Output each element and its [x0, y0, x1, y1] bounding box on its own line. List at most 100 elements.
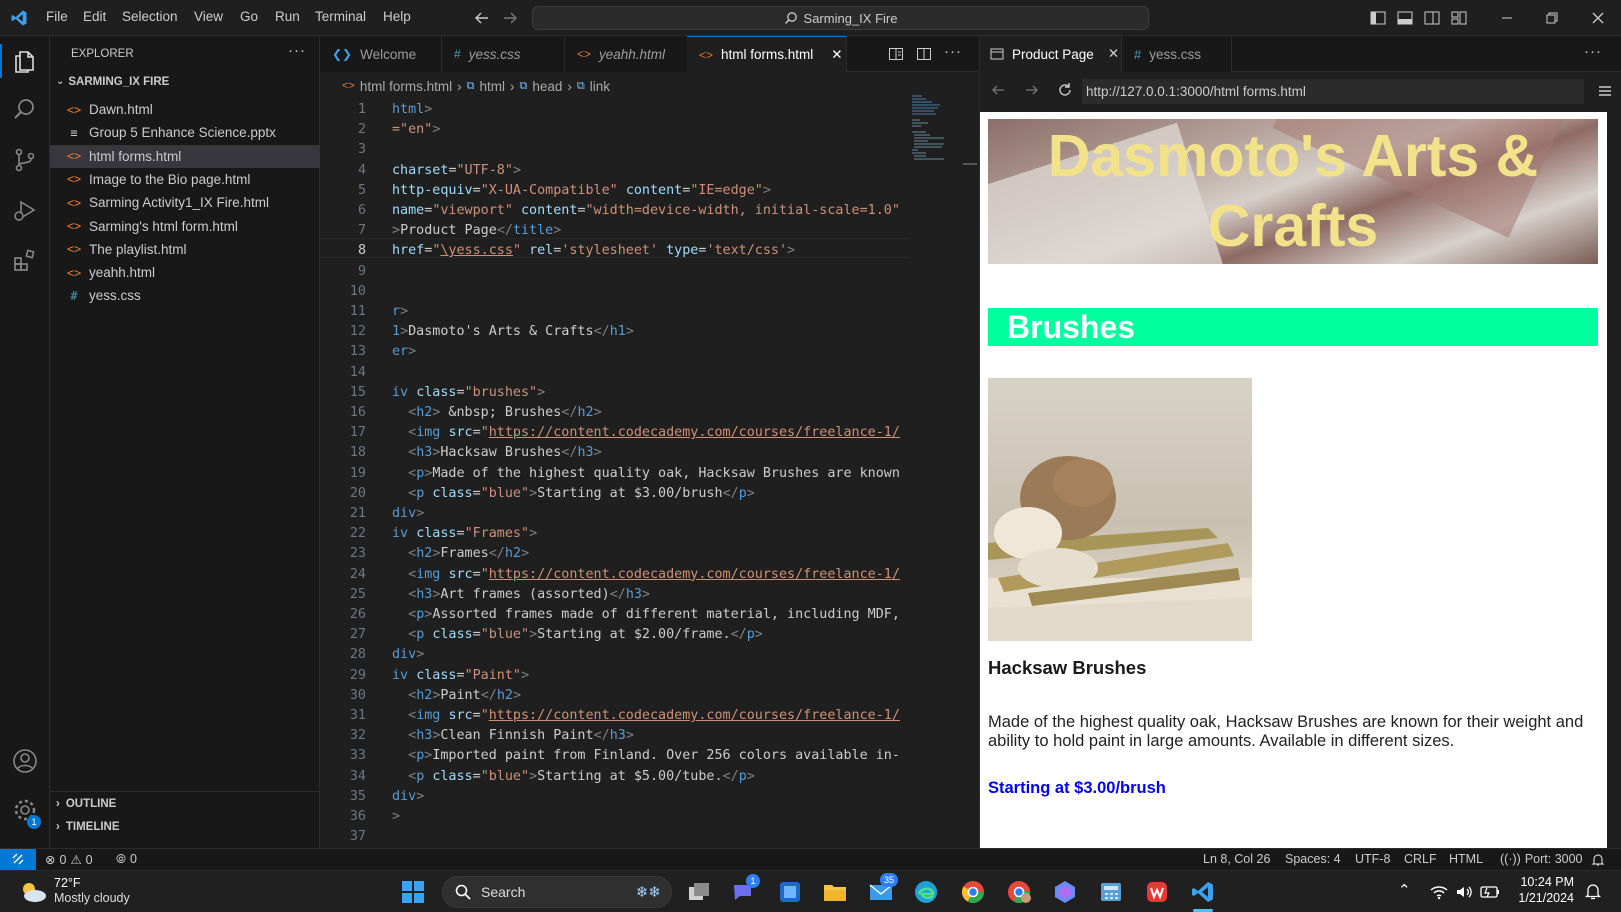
breadcrumb-item[interactable]: html forms.html — [360, 79, 452, 94]
editor-tab[interactable]: <> yeahh.html — [565, 36, 692, 72]
preview-more-actions-icon[interactable]: ··· — [1584, 43, 1602, 60]
more-actions-icon[interactable]: ··· — [288, 42, 306, 59]
battery-icon[interactable] — [1480, 885, 1500, 899]
preview-forward-icon[interactable] — [1024, 82, 1040, 98]
language-mode[interactable]: HTML — [1449, 852, 1483, 866]
url-bar[interactable]: http://127.0.0.1:3000/html forms.html — [1082, 79, 1584, 104]
clock-time[interactable]: 10:24 PM — [1516, 875, 1574, 889]
command-center-search[interactable]: Sarming_IX Fire — [532, 6, 1149, 30]
minimize-icon[interactable] — [1498, 9, 1516, 27]
timeline-section[interactable]: › TIMELINE — [56, 821, 120, 833]
file-item[interactable]: <> html forms.html — [50, 144, 320, 168]
file-explorer-icon[interactable] — [822, 879, 848, 905]
edge-browser-icon[interactable] — [913, 879, 939, 905]
editor-tab[interactable]: ❮❯ Welcome — [320, 36, 442, 72]
taskbar-search-box[interactable]: Search ❄❄ — [442, 876, 672, 908]
windows-start-icon[interactable] — [400, 879, 426, 905]
minimap[interactable] — [910, 94, 962, 164]
folder-header[interactable]: ⌄ SARMING_IX FIRE — [56, 76, 169, 88]
line-ending[interactable]: CRLF — [1404, 852, 1437, 866]
code-line: 26 <p>Assorted frames made of different … — [320, 605, 910, 625]
editor-tab[interactable]: <> html forms.html ✕ — [687, 36, 847, 72]
menu-terminal[interactable]: Terminal — [315, 9, 366, 24]
menu-help[interactable]: Help — [383, 9, 411, 24]
wps-office-icon[interactable] — [1144, 879, 1170, 905]
editor-tab[interactable]: # yess.css — [442, 36, 565, 72]
line-number: 33 — [349, 748, 366, 764]
breadcrumb-item[interactable]: link — [590, 79, 610, 94]
source-control-icon[interactable] — [11, 146, 39, 174]
explorer-icon[interactable] — [11, 47, 39, 75]
chrome-profile-icon[interactable] — [1006, 879, 1032, 905]
task-view-icon[interactable] — [686, 879, 712, 905]
menu-selection[interactable]: Selection — [122, 9, 178, 24]
code-line: 25 <h3>Art frames (assorted)</h3> — [320, 585, 910, 605]
breadcrumb-item[interactable]: head — [532, 79, 562, 94]
bing-copilot-icon[interactable] — [1052, 879, 1078, 905]
toggle-primary-sidebar-icon[interactable] — [1369, 9, 1387, 27]
file-item[interactable]: <> Sarming Activity1_IX Fire.html — [50, 191, 320, 214]
restore-icon[interactable] — [1543, 9, 1561, 27]
editor-more-actions-icon[interactable]: ··· — [944, 43, 962, 60]
forward-arrow-icon[interactable] — [501, 9, 519, 27]
clock-date[interactable]: 1/21/2024 — [1516, 891, 1574, 905]
close-window-icon[interactable] — [1589, 9, 1607, 27]
live-server-port[interactable]: ((·)) Port: 3000 — [1500, 852, 1583, 866]
volume-icon[interactable] — [1455, 884, 1473, 900]
toggle-secondary-sidebar-icon[interactable] — [1423, 9, 1441, 27]
outline-section[interactable]: › OUTLINE — [56, 798, 116, 810]
file-item[interactable]: <> yeahh.html — [50, 261, 320, 284]
menu-edit[interactable]: Edit — [83, 9, 106, 24]
search-icon[interactable] — [11, 96, 39, 124]
preview-back-icon[interactable] — [990, 82, 1006, 98]
remote-indicator[interactable] — [0, 849, 36, 870]
wifi-icon[interactable] — [1430, 884, 1448, 900]
notification-center-bell-icon[interactable] — [1585, 883, 1601, 901]
accounts-icon[interactable] — [11, 747, 39, 775]
file-item[interactable]: # yess.css — [50, 284, 320, 307]
weather-temperature[interactable]: 72°F — [54, 876, 81, 890]
show-hidden-icons-icon[interactable]: ⌃ — [1398, 881, 1411, 899]
file-item[interactable]: ≡ Group 5 Enhance Science.pptx — [50, 121, 320, 144]
vscode-taskbar-icon[interactable] — [1190, 879, 1216, 905]
widgets-app-icon[interactable] — [777, 879, 803, 905]
vscode-logo-icon — [11, 10, 27, 26]
code-text: <p>Assorted frames made of different mat… — [408, 607, 900, 622]
line-number: 34 — [349, 768, 366, 784]
weather-cloudy-icon[interactable] — [18, 880, 48, 904]
cursor-position[interactable]: Ln 8, Col 26 — [1203, 852, 1270, 866]
open-preview-icon[interactable] — [888, 46, 904, 62]
close-tab-icon[interactable]: ✕ — [831, 47, 842, 63]
close-tab-icon[interactable]: ✕ — [1108, 46, 1119, 62]
tab-product-page[interactable]: Product Page ✕ — [980, 36, 1122, 72]
encoding[interactable]: UTF-8 — [1355, 852, 1390, 866]
code-text: <h3>Clean Finnish Paint</h3> — [408, 728, 634, 744]
breadcrumb-item[interactable]: html — [479, 79, 505, 94]
weather-description[interactable]: Mostly cloudy — [54, 891, 130, 905]
menu-file[interactable]: File — [46, 9, 68, 24]
menu-go[interactable]: Go — [240, 9, 258, 24]
back-arrow-icon[interactable] — [473, 9, 491, 27]
file-item[interactable]: <> Sarming's html form.html — [50, 215, 320, 238]
reload-icon[interactable] — [1057, 82, 1073, 98]
file-item[interactable]: <> Dawn.html — [50, 98, 320, 121]
chrome-browser-icon[interactable] — [960, 879, 986, 905]
notifications-bell-icon[interactable] — [1591, 853, 1605, 867]
code-area[interactable]: 1 html> 2 ="en"> 3 4 charset="UTF-8"> 5 http-equ… — [320, 98, 979, 848]
menu-view[interactable]: View — [194, 9, 223, 24]
tab-yess-css[interactable]: # yess.css — [1122, 36, 1232, 72]
toggle-panel-icon[interactable] — [1396, 9, 1414, 27]
file-item[interactable]: <> The playlist.html — [50, 238, 320, 261]
indentation[interactable]: Spaces: 4 — [1285, 852, 1341, 866]
symbol-element-icon: ⧉ — [576, 79, 585, 92]
hamburger-menu-icon[interactable] — [1597, 83, 1613, 99]
extensions-icon[interactable] — [11, 246, 39, 274]
run-debug-icon[interactable] — [11, 196, 39, 224]
problems-indicator[interactable]: ⊗ 0 ⚠ 0 — [45, 852, 93, 868]
ports-indicator[interactable]: ⦾ 0 — [116, 852, 137, 867]
calculator-app-icon[interactable] — [1098, 879, 1124, 905]
customize-layout-icon[interactable] — [1450, 9, 1468, 27]
split-editor-icon[interactable] — [916, 46, 932, 62]
menu-run[interactable]: Run — [275, 9, 300, 24]
file-item[interactable]: <> Image to the Bio page.html — [50, 168, 320, 191]
